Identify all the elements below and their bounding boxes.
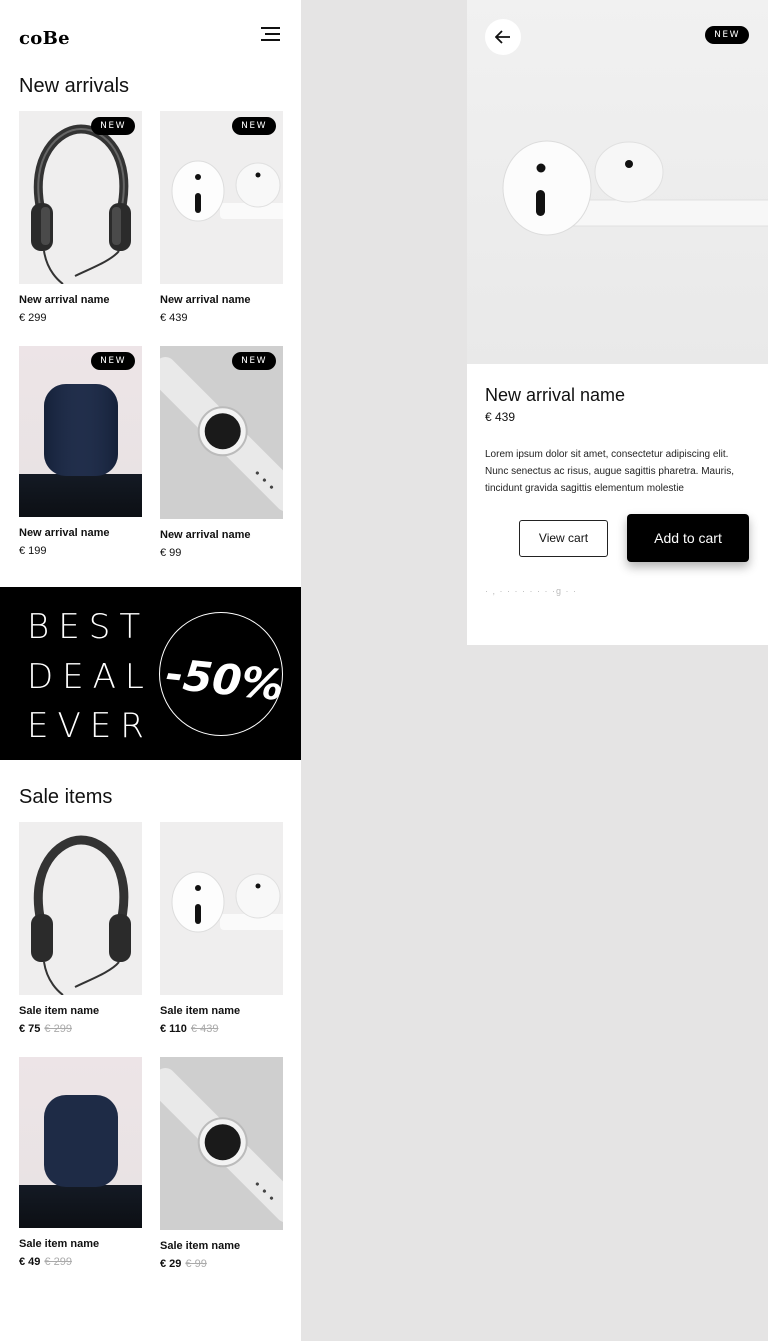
product-name: Sale item name	[160, 1240, 241, 1252]
arrow-left-icon	[495, 30, 510, 44]
sale-items-title: Sale items	[19, 786, 113, 808]
view-cart-button[interactable]: View cart	[519, 520, 608, 557]
product-price: € 299	[19, 312, 47, 324]
smartwatch-image: NEW	[160, 346, 283, 519]
headphones-image	[19, 822, 142, 995]
sale-price: € 49	[19, 1256, 41, 1268]
new-badge: NEW	[232, 352, 276, 370]
faded-text: · , · · · · · · · ·g · ·	[485, 586, 577, 596]
original-price: € 439	[190, 1023, 219, 1035]
sale-price: € 75	[19, 1023, 41, 1035]
product-price-group: € 49 € 299	[19, 1256, 142, 1268]
product-detail-screen: NEW New arrival name € 439 Lorem ipsum d…	[467, 0, 768, 645]
new-arrival-card[interactable]: NEW New arrival name € 99	[160, 346, 283, 559]
promo-line: EVER	[27, 706, 153, 746]
original-price: € 299	[44, 1023, 72, 1035]
sale-price: € 110	[160, 1023, 187, 1035]
product-price-group: € 75 € 299	[19, 1023, 142, 1035]
product-description: Lorem ipsum dolor sit amet, consectetur …	[485, 449, 735, 494]
product-title: New arrival name	[485, 385, 626, 405]
product-price: € 439	[160, 312, 188, 324]
smart-speaker-image: NEW	[19, 346, 142, 517]
product-name: New arrival name	[19, 294, 110, 306]
hamburger-menu-icon[interactable]	[260, 26, 280, 42]
product-price: € 439	[485, 410, 516, 424]
promo-banner[interactable]: BEST DEAL EVER -50%	[0, 587, 301, 760]
new-arrivals-title: New arrivals	[19, 75, 130, 97]
product-name: New arrival name	[160, 294, 251, 306]
smartwatch-image	[160, 1057, 283, 1230]
product-name: Sale item name	[19, 1005, 100, 1017]
sale-item-card[interactable]: Sale item name € 29 € 99	[160, 1057, 283, 1270]
promo-line: DEAL	[27, 657, 153, 697]
original-price: € 299	[44, 1256, 72, 1268]
sale-price: € 29	[160, 1258, 182, 1270]
headphones-image: NEW	[19, 111, 142, 284]
back-button[interactable]	[485, 19, 521, 55]
new-arrival-card[interactable]: NEW New arrival name € 299	[19, 111, 142, 324]
product-price-group: € 29 € 99	[160, 1258, 283, 1270]
product-price-group: € 110 € 439	[160, 1023, 283, 1035]
product-name: New arrival name	[160, 529, 251, 541]
new-arrival-card[interactable]: NEW New arrival name € 199	[19, 346, 142, 557]
earbuds-image: NEW	[160, 111, 283, 284]
product-name: Sale item name	[19, 1238, 100, 1250]
sale-item-card[interactable]: Sale item name € 75 € 299	[19, 822, 142, 1035]
sale-item-card[interactable]: Sale item name € 110 € 439	[160, 822, 283, 1035]
product-name: New arrival name	[19, 527, 110, 539]
earbuds-hero-image	[467, 0, 768, 364]
product-price: € 99	[160, 547, 182, 559]
product-name: Sale item name	[160, 1005, 241, 1017]
catalog-screen: coBe New arrivals NEW New arrival name €…	[0, 0, 301, 1341]
new-badge: NEW	[232, 117, 276, 135]
add-to-cart-button[interactable]: Add to cart	[627, 514, 749, 562]
new-badge: NEW	[91, 352, 135, 370]
sale-item-card[interactable]: Sale item name € 49 € 299	[19, 1057, 142, 1268]
new-badge: NEW	[705, 26, 749, 44]
earbuds-image	[160, 822, 283, 995]
product-price: € 199	[19, 545, 47, 557]
smart-speaker-image	[19, 1057, 142, 1228]
promo-line: BEST	[27, 607, 150, 647]
new-badge: NEW	[91, 117, 135, 135]
brand-logo[interactable]: coBe	[19, 28, 70, 49]
new-arrival-card[interactable]: NEW New arrival name € 439	[160, 111, 283, 324]
original-price: € 99	[185, 1258, 207, 1270]
